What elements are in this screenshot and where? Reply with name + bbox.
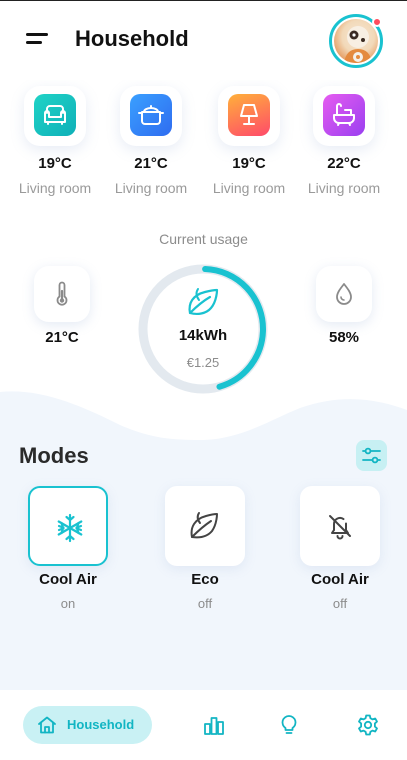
- thermometer-icon: [56, 281, 68, 306]
- room-card-4[interactable]: 22°C Living room: [306, 80, 382, 208]
- temperature-tile: [34, 266, 90, 322]
- mode-name: Cool Air: [311, 571, 369, 588]
- room-temperature: 22°C: [327, 155, 361, 172]
- bell-off-icon: [329, 515, 351, 540]
- mode-state: off: [197, 596, 213, 611]
- room-name: Living room: [212, 180, 286, 196]
- user-avatar[interactable]: [329, 14, 383, 68]
- water-drop-icon: [336, 283, 352, 305]
- room-tile: [313, 86, 375, 146]
- room-tile: [218, 86, 280, 146]
- sofa-icon: [34, 94, 76, 136]
- home-icon: [38, 716, 56, 734]
- room-tile: [120, 86, 182, 146]
- nav-household-label: Household: [67, 717, 135, 732]
- energy-value: 14kWh: [178, 327, 228, 344]
- temperature-value: 21°C: [45, 329, 79, 346]
- mode-state: off: [332, 596, 348, 611]
- hamburger-menu-icon[interactable]: [26, 30, 52, 48]
- modes-title: Modes: [19, 443, 89, 468]
- notification-dot: [372, 17, 382, 27]
- room-name: Living room: [307, 180, 381, 196]
- energy-usage-gauge: 14kWh €1.25: [137, 263, 269, 395]
- room-card-3[interactable]: 19°C Living room: [211, 80, 287, 208]
- page-title: Household: [75, 26, 189, 51]
- app-header: Household: [0, 0, 407, 80]
- room-temperature: 19°C: [232, 155, 266, 172]
- mode-eco[interactable]: Eco off: [165, 486, 245, 611]
- mode-card: [300, 486, 380, 566]
- room-name: Living room: [18, 180, 92, 196]
- mode-card: [28, 486, 108, 566]
- room-tile: [24, 86, 86, 146]
- rooms-list: 19°C Living room 21°C Living room 19°C L…: [0, 80, 407, 208]
- mode-name: Cool Air: [39, 571, 97, 588]
- sliders-filter-icon[interactable]: [356, 440, 387, 471]
- mode-card: [165, 486, 245, 566]
- room-temperature: 19°C: [38, 155, 72, 172]
- humidity-tile: [316, 266, 372, 322]
- avatar-image: [334, 19, 378, 63]
- room-card-2[interactable]: 21°C Living room: [113, 80, 189, 208]
- lightbulb-icon[interactable]: [278, 714, 300, 736]
- room-card-1[interactable]: 19°C Living room: [17, 80, 93, 208]
- room-name: Living room: [114, 180, 188, 196]
- current-usage-label: Current usage: [159, 231, 248, 247]
- mode-state: on: [60, 596, 76, 611]
- mode-cool-air-2[interactable]: Cool Air off: [300, 486, 380, 611]
- chart-bars-icon[interactable]: [203, 714, 225, 736]
- snowflake-icon: [57, 513, 83, 543]
- bathtub-icon: [323, 94, 365, 136]
- energy-cost: €1.25: [186, 355, 220, 370]
- pot-icon: [130, 94, 172, 136]
- settings-gear-icon[interactable]: [357, 714, 379, 736]
- nav-household[interactable]: Household: [23, 706, 152, 744]
- mode-cool-air[interactable]: Cool Air on: [28, 486, 108, 611]
- leaf-icon: [190, 512, 218, 539]
- lamp-icon: [228, 94, 270, 136]
- room-temperature: 21°C: [134, 155, 168, 172]
- humidity-value: 58%: [328, 329, 360, 346]
- bottom-navigation: Household: [0, 690, 407, 760]
- mode-name: Eco: [191, 571, 219, 588]
